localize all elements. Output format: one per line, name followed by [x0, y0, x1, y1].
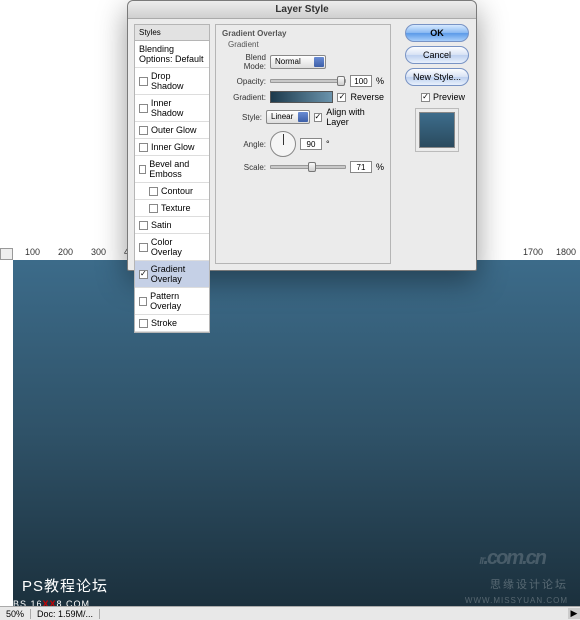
style-label: Style: — [222, 113, 262, 122]
effect-label: Drop Shadow — [151, 71, 205, 91]
styles-list-panel: Styles Blending Options: Default Drop Sh… — [134, 24, 210, 333]
scale-slider[interactable] — [270, 165, 346, 169]
opacity-unit: % — [376, 76, 384, 86]
effect-label: Stroke — [151, 318, 177, 328]
blending-options-row[interactable]: Blending Options: Default — [135, 41, 209, 68]
scale-unit: % — [376, 162, 384, 172]
preview-checkbox[interactable] — [421, 93, 430, 102]
effect-label: Outer Glow — [151, 125, 197, 135]
ruler-corner — [0, 248, 13, 260]
effect-label: Texture — [161, 203, 191, 213]
effect-checkbox[interactable] — [139, 77, 148, 86]
blend-mode-select[interactable]: Normal — [270, 55, 326, 69]
gradient-label: Gradient: — [222, 93, 266, 102]
effect-label: Inner Shadow — [151, 98, 205, 118]
subgroup-title: Gradient — [228, 40, 384, 49]
dialog-buttons: OK Cancel New Style... Preview — [405, 24, 469, 148]
effect-label: Contour — [161, 186, 193, 196]
effect-row-bevel-and-emboss[interactable]: Bevel and Emboss — [135, 156, 209, 183]
reverse-checkbox[interactable] — [337, 93, 346, 102]
effect-row-pattern-overlay[interactable]: Pattern Overlay — [135, 288, 209, 315]
angle-input[interactable]: 90 — [300, 138, 322, 150]
effect-checkbox[interactable] — [139, 126, 148, 135]
new-style-button[interactable]: New Style... — [405, 68, 469, 86]
effect-row-drop-shadow[interactable]: Drop Shadow — [135, 68, 209, 95]
effect-checkbox[interactable] — [139, 221, 148, 230]
angle-unit: ° — [326, 139, 330, 149]
effect-row-inner-shadow[interactable]: Inner Shadow — [135, 95, 209, 122]
effect-label: Inner Glow — [151, 142, 195, 152]
effect-label: Satin — [151, 220, 172, 230]
layer-style-dialog: Layer Style Styles Blending Options: Def… — [127, 0, 477, 271]
gradient-overlay-settings: Gradient Overlay Gradient Blend Mode: No… — [215, 24, 391, 264]
effect-label: Gradient Overlay — [151, 264, 205, 284]
styles-header[interactable]: Styles — [135, 25, 209, 41]
scale-label: Scale: — [222, 163, 266, 172]
effect-checkbox[interactable] — [139, 297, 147, 306]
watermark-url: WWW.MISSYUAN.COM — [465, 596, 568, 605]
effect-row-contour[interactable]: Contour — [135, 183, 209, 200]
angle-dial[interactable] — [270, 131, 296, 157]
dialog-title: Layer Style — [128, 1, 476, 19]
style-select[interactable]: Linear — [266, 110, 309, 124]
effect-label: Bevel and Emboss — [149, 159, 205, 179]
watermark-design: 思缘设计论坛 — [490, 576, 568, 592]
zoom-level[interactable]: 50% — [0, 609, 31, 619]
effect-checkbox[interactable] — [139, 165, 146, 174]
effect-checkbox[interactable] — [149, 204, 158, 213]
effect-row-outer-glow[interactable]: Outer Glow — [135, 122, 209, 139]
align-label: Align with Layer — [326, 107, 384, 127]
scale-input[interactable]: 71 — [350, 161, 372, 173]
effect-row-texture[interactable]: Texture — [135, 200, 209, 217]
effect-row-satin[interactable]: Satin — [135, 217, 209, 234]
reverse-label: Reverse — [350, 92, 384, 102]
angle-label: Angle: — [222, 140, 266, 149]
effect-row-gradient-overlay[interactable]: Gradient Overlay — [135, 261, 209, 288]
effect-checkbox[interactable] — [149, 187, 158, 196]
status-arrow-icon[interactable]: ▶ — [568, 608, 580, 619]
opacity-label: Opacity: — [222, 77, 266, 86]
gradient-preview-bar[interactable] — [270, 91, 333, 103]
effect-checkbox[interactable] — [139, 270, 148, 279]
effect-row-color-overlay[interactable]: Color Overlay — [135, 234, 209, 261]
group-title: Gradient Overlay — [222, 29, 384, 38]
preview-swatch — [419, 112, 455, 148]
ok-button[interactable]: OK — [405, 24, 469, 42]
align-checkbox[interactable] — [314, 113, 323, 122]
effect-row-inner-glow[interactable]: Inner Glow — [135, 139, 209, 156]
effect-checkbox[interactable] — [139, 104, 148, 113]
effect-checkbox[interactable] — [139, 143, 148, 152]
opacity-slider[interactable] — [270, 79, 346, 83]
effect-label: Pattern Overlay — [150, 291, 205, 311]
ruler-vertical — [0, 260, 13, 617]
status-bar: 50% Doc: 1.59M/... ▶ — [0, 606, 580, 620]
opacity-input[interactable]: 100 — [350, 75, 372, 87]
effect-label: Color Overlay — [151, 237, 205, 257]
doc-info: Doc: 1.59M/... — [31, 609, 100, 619]
cancel-button[interactable]: Cancel — [405, 46, 469, 64]
watermark-forum: PS教程论坛 — [22, 575, 108, 596]
watermark-logo: iT.com.cn — [479, 525, 545, 575]
blend-mode-label: Blend Mode: — [222, 53, 266, 71]
effect-checkbox[interactable] — [139, 243, 148, 252]
effect-checkbox[interactable] — [139, 319, 148, 328]
effect-row-stroke[interactable]: Stroke — [135, 315, 209, 332]
preview-label: Preview — [433, 92, 465, 102]
